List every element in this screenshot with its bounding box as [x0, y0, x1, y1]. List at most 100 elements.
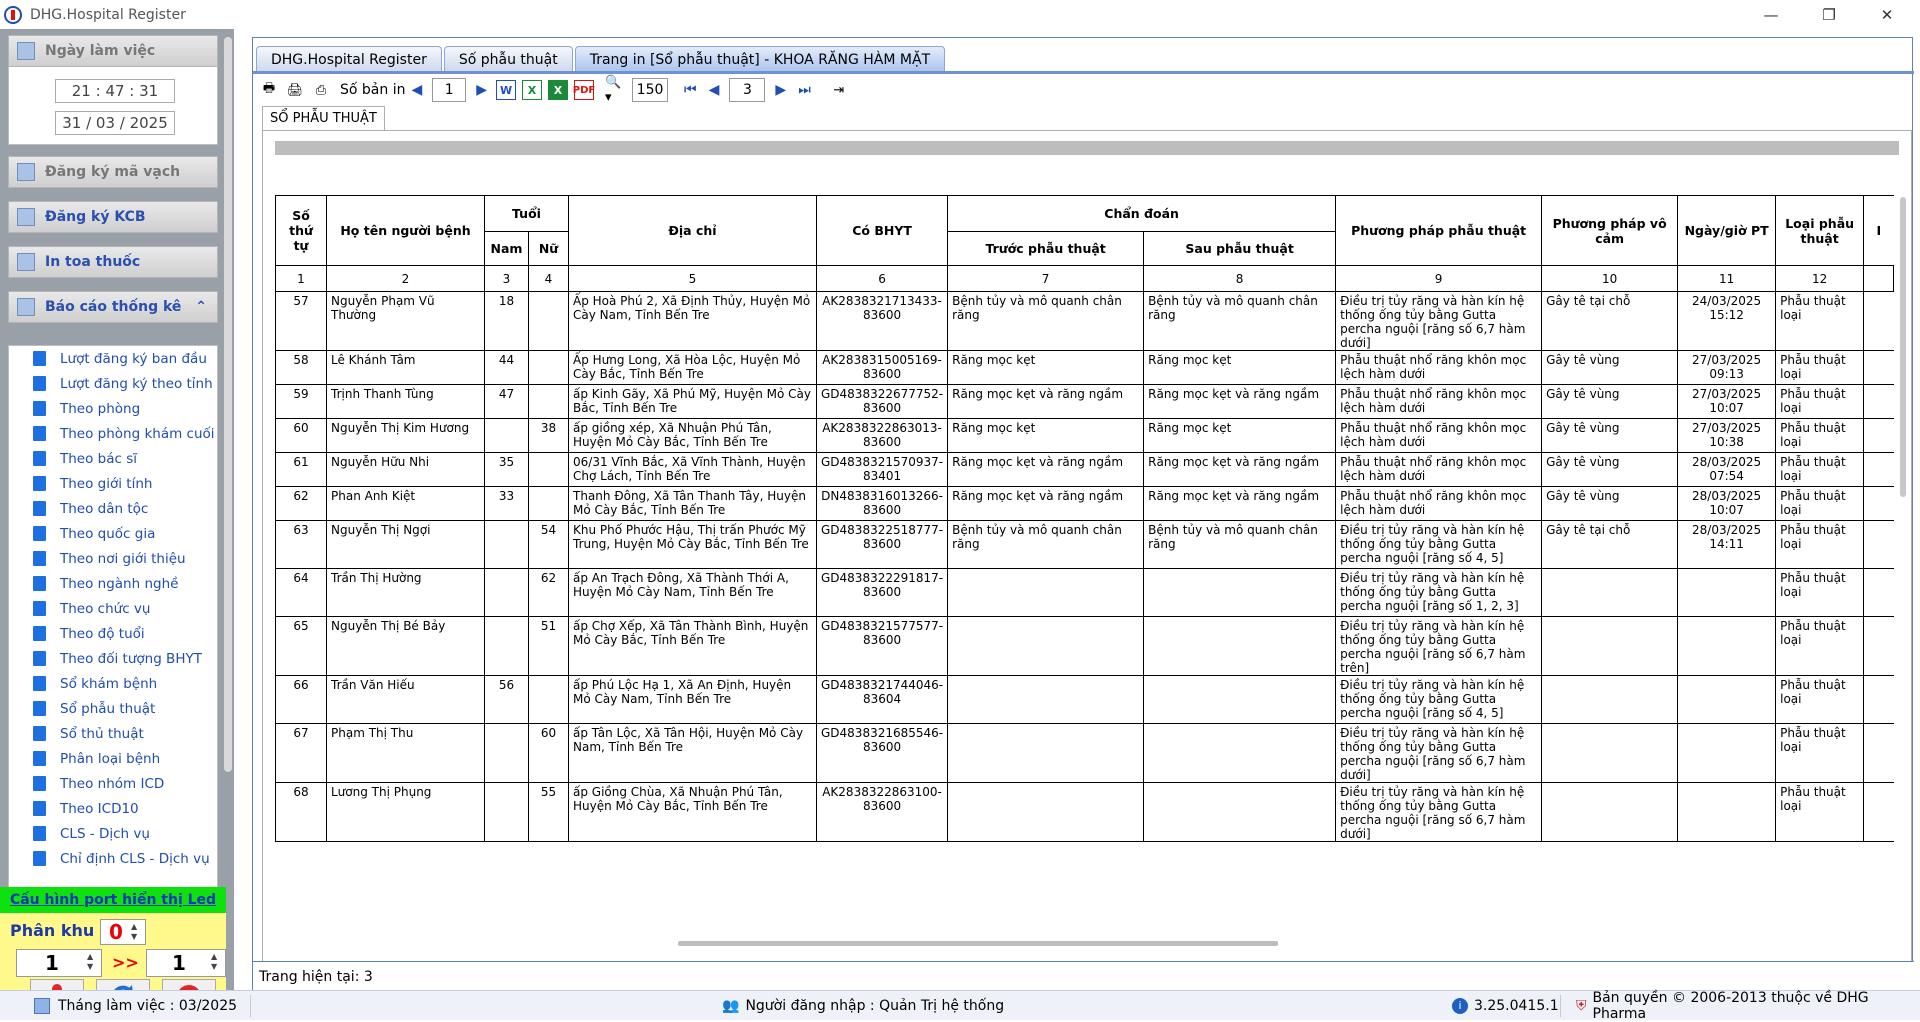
zoom-input[interactable]: 150 [632, 78, 668, 102]
printer-icon[interactable]: 🖨 [285, 80, 305, 100]
male-age-cell: 18 [485, 292, 529, 351]
export-word-icon[interactable]: W [496, 80, 516, 100]
from-spinner[interactable]: 1 ▲▼ [16, 949, 102, 977]
address-cell: ấp Kinh Gãy, Xã Phú Mỹ, Huyện Mỏ Cày Bắc… [569, 385, 817, 419]
book-icon [33, 651, 46, 666]
copies-input[interactable]: 1 [432, 78, 466, 102]
spinner-arrows-icon[interactable]: ▲▼ [87, 952, 99, 974]
report-menu-item[interactable]: Theo ngành nghề [9, 571, 217, 596]
report-menu-item[interactable]: Theo quốc gia [9, 521, 217, 546]
report-menu-item[interactable]: Theo bác sĩ [9, 446, 217, 471]
to-value: 1 [172, 951, 186, 975]
name-cell: Nguyễn Thị Kim Hương [327, 419, 485, 453]
report-menu-item[interactable]: Chỉ định CLS - Dịch vụ [9, 846, 217, 871]
first-page-icon[interactable]: ⏮ [684, 82, 697, 98]
kcb-header[interactable]: Đăng ký KCB [8, 201, 218, 233]
column-number-cell: 12 [1776, 266, 1864, 292]
report-menu-label: Sổ khám bệnh [60, 676, 157, 692]
book-icon [33, 601, 46, 616]
report-menu-item[interactable]: CLS - Dịch vụ [9, 821, 217, 846]
maximize-button[interactable]: ❐ [1800, 0, 1858, 29]
info-icon: i [1452, 998, 1468, 1014]
report-menu-item[interactable]: Lượt đăng ký ban đầu [9, 346, 217, 371]
prescription-header[interactable]: In toa thuốc [8, 246, 218, 278]
column-number-cell: 3 [485, 266, 529, 292]
window-title: DHG.Hospital Register [30, 7, 186, 23]
report-subtab[interactable]: SỔ PHẪU THUẬT [262, 106, 385, 130]
header-type: Loại phẫu thuật [1776, 196, 1864, 266]
next-page-icon[interactable]: ▶ [775, 82, 786, 98]
report-menu-item[interactable]: Theo nơi giới thiệu [9, 546, 217, 571]
report-menu-item[interactable]: Theo độ tuổi [9, 621, 217, 646]
report-menu-item[interactable]: Theo đối tượng BHYT [9, 646, 217, 671]
spinner-arrows-icon[interactable]: ▲▼ [131, 922, 143, 942]
working-month-text: Tháng làm việc : 03/2025 [58, 998, 237, 1014]
copies-increase-icon[interactable]: ▶ [476, 82, 487, 98]
report-vscrollbar[interactable] [1899, 159, 1907, 679]
dhg-logo-icon: ⛨ [1576, 998, 1587, 1014]
anesthesia-cell [1542, 617, 1678, 676]
anesthesia-cell: Gây tê tại chỗ [1542, 521, 1678, 569]
report-menu-item[interactable]: Theo ICD10 [9, 796, 217, 821]
diagnosis-before-cell: Răng mọc kẹt và răng ngầm [948, 453, 1144, 487]
zoom-icon[interactable]: 🔍▾ [605, 80, 625, 100]
prev-page-icon[interactable]: ◀ [709, 82, 720, 98]
tab-print-page[interactable]: Trang in [Sổ phẫu thuật] - KHOA RĂNG HÀM… [575, 46, 945, 72]
diagnosis-before-cell: Bệnh tủy và mô quanh chân răng [948, 521, 1144, 569]
report-menu-item[interactable]: Theo chức vụ [9, 596, 217, 621]
header-stt: Số thứ tự [276, 196, 327, 266]
left-scrollbar[interactable] [224, 37, 232, 772]
export-excel-icon[interactable]: X [522, 80, 542, 100]
datetime-cell: 28/03/2025 14:11 [1678, 521, 1776, 569]
report-menu-item[interactable]: Sổ phẫu thuật [9, 696, 217, 721]
to-spinner[interactable]: 1 ▲▼ [146, 949, 226, 977]
report-menu-item[interactable]: Theo giới tính [9, 471, 217, 496]
header-datetime: Ngày/giờ PT [1678, 196, 1776, 266]
last-page-icon[interactable]: ⏭ [798, 82, 811, 98]
report-menu-item[interactable]: Lượt đăng ký theo tỉnh [9, 371, 217, 396]
tab-home[interactable]: DHG.Hospital Register [256, 46, 442, 72]
barcode-header[interactable]: Đăng ký mã vạch [8, 156, 218, 188]
export-pdf-icon[interactable]: PDF [574, 80, 594, 100]
vscroll-thumb[interactable] [1900, 197, 1906, 497]
diagnosis-before-cell: Răng mọc kẹt [948, 351, 1144, 385]
method-cell: Phẫu thuật nhổ răng khôn mọc lệch hàm dư… [1336, 385, 1542, 419]
report-menu-item[interactable]: Sổ thủ thuật [9, 721, 217, 746]
print-setup-icon[interactable]: 🖶 [259, 80, 279, 100]
female-age-cell [529, 453, 569, 487]
date-display: 31 / 03 / 2025 [55, 111, 175, 135]
page-input[interactable]: 3 [729, 78, 765, 102]
spinner-arrows-icon[interactable]: ▲▼ [211, 952, 223, 974]
table-row: 68Lương Thị Phụng55ấp Giồng Chùa, Xã Nhu… [276, 783, 1894, 842]
datetime-cell [1678, 783, 1776, 842]
column-number-cell: 8 [1144, 266, 1336, 292]
surgery-type-cell: Phẫu thuật loại [1776, 724, 1864, 783]
report-menu-item[interactable]: Phân loại bệnh [9, 746, 217, 771]
report-menu-item[interactable]: Theo phòng [9, 396, 217, 421]
diagnosis-before-cell [948, 676, 1144, 724]
method-cell: Điều trị tủy răng và hàn kín hệ thống ốn… [1336, 617, 1542, 676]
quick-print-icon[interactable]: ⎙ [311, 80, 331, 100]
copies-decrease-icon[interactable]: ◀ [411, 82, 422, 98]
led-config-link[interactable]: Cấu hình port hiển thị Led [0, 887, 226, 913]
report-menu-item[interactable]: Theo nhóm ICD [9, 771, 217, 796]
column-number-cell: 5 [569, 266, 817, 292]
bhyt-cell: GD4838321744046-83604 [817, 676, 948, 724]
range-arrow: >> [112, 953, 139, 972]
working-day-header[interactable]: Ngày làm việc [8, 35, 218, 67]
report-menu-item[interactable]: Sổ khám bệnh [9, 671, 217, 696]
report-hscrollbar[interactable] [678, 941, 1278, 946]
close-button[interactable]: ✕ [1858, 0, 1916, 29]
zone-spinner[interactable]: 0 ▲▼ [100, 919, 146, 945]
report-menu-item[interactable]: Theo dân tộc [9, 496, 217, 521]
male-age-cell [485, 419, 529, 453]
minimize-button[interactable]: — [1742, 0, 1800, 29]
report-header[interactable]: Báo cáo thống kê ⌃ [8, 291, 218, 323]
report-menu-item[interactable]: Theo phòng khám cuối [9, 421, 217, 446]
tab-surgery-book[interactable]: Số phẫu thuật [444, 46, 573, 72]
export-excel2-icon[interactable]: X [548, 80, 568, 100]
logged-user-text: Người đăng nhập : Quản Trị hệ thống [745, 998, 1004, 1014]
diagnosis-after-cell [1144, 617, 1336, 676]
exit-icon[interactable]: ⇥ [829, 80, 849, 100]
collapse-icon[interactable]: ⌃ [195, 299, 207, 315]
